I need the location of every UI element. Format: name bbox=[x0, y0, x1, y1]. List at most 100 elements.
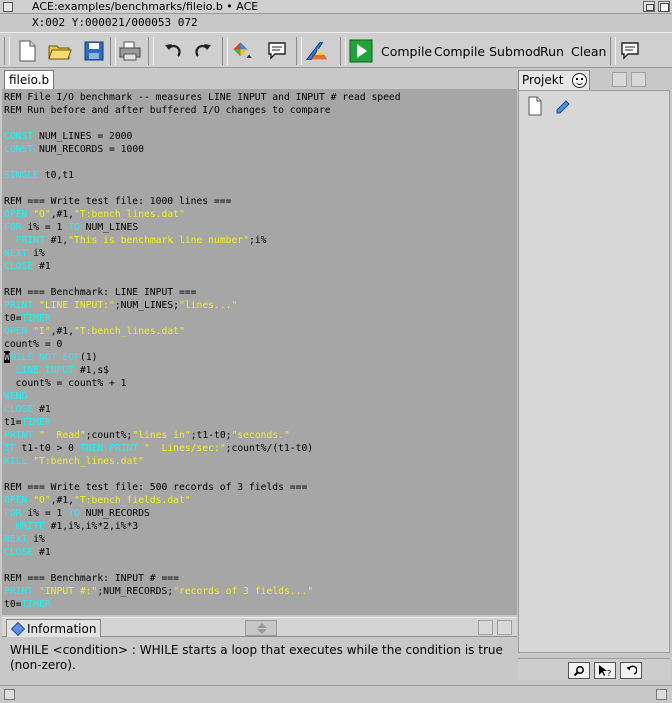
code-line[interactable]: IF t1-t0 > 0 THEN PRINT " Lines/sec:";co… bbox=[4, 442, 313, 455]
code-keyword: LINE INPUT bbox=[4, 365, 74, 376]
comment-icon[interactable] bbox=[264, 38, 290, 64]
code-line[interactable]: t0=TIMER bbox=[4, 598, 51, 611]
code-editor[interactable]: REM File I/O benchmark -- measures LINE … bbox=[2, 89, 517, 615]
code-line[interactable]: WRITE #1,i%,i%*2,i%*3 bbox=[4, 520, 139, 533]
code-line[interactable]: WEND bbox=[4, 390, 27, 403]
code-line[interactable]: CLOSE #1 bbox=[4, 260, 51, 273]
project-expand-icon[interactable] bbox=[612, 72, 627, 87]
code-line[interactable]: count% = count% + 1 bbox=[4, 377, 127, 390]
project-undo-icon[interactable] bbox=[620, 662, 642, 679]
cursor-position-text: X:002 Y:000021/000053 072 bbox=[32, 16, 198, 29]
code-line[interactable]: OPEN "I",#1,"T:bench_lines.dat" bbox=[4, 325, 185, 338]
code-string: " Lines/sec:" bbox=[144, 443, 226, 454]
code-text: t0= bbox=[4, 599, 22, 610]
code-text: NUM_RECORDS bbox=[79, 508, 150, 519]
code-string: "T:bench_fields.dat" bbox=[74, 495, 191, 506]
code-line[interactable]: CONST NUM_LINES = 2000 bbox=[4, 130, 132, 143]
code-keyword: OPEN bbox=[4, 209, 28, 220]
code-line[interactable]: PRINT "LINE INPUT:";NUM_LINES;"lines..." bbox=[4, 299, 237, 312]
code-line[interactable]: REM === Benchmark: LINE INPUT === bbox=[4, 286, 196, 299]
project-collapse-icon[interactable] bbox=[631, 72, 646, 87]
code-line[interactable]: CLOSE #1 bbox=[4, 546, 51, 559]
information-bar: Information bbox=[2, 617, 517, 637]
code-string: "O" bbox=[33, 495, 51, 506]
code-line[interactable]: PRINT #1,"This is benchmark line number"… bbox=[4, 234, 267, 247]
code-line[interactable]: PRINT "INPUT #:";NUM_RECORDS;"records of… bbox=[4, 585, 313, 598]
code-line[interactable]: t0=TIMER bbox=[4, 312, 51, 325]
code-line[interactable]: REM Run before and after buffered I/O ch… bbox=[4, 104, 331, 117]
search-icon[interactable] bbox=[568, 662, 590, 679]
toolbar: Compile Compile Submod Run Clean bbox=[0, 32, 672, 68]
resize-left-icon[interactable] bbox=[4, 689, 15, 700]
expand-icon[interactable] bbox=[478, 620, 493, 635]
code-text: #1 bbox=[33, 547, 51, 558]
compile-submod-button[interactable]: Compile Submod bbox=[434, 44, 541, 59]
zoom-icon[interactable] bbox=[658, 1, 670, 12]
code-line[interactable]: KILL "T:bench_lines.dat" bbox=[4, 455, 144, 468]
new-file-icon[interactable] bbox=[14, 38, 40, 64]
code-line[interactable]: CLOSE #1 bbox=[4, 403, 51, 416]
open-folder-icon[interactable] bbox=[47, 38, 73, 64]
svg-text:?: ? bbox=[607, 669, 611, 677]
code-line[interactable]: REM === Write test file: 500 records of … bbox=[4, 481, 307, 494]
code-line[interactable]: SINGLE t0,t1 bbox=[4, 169, 74, 182]
code-line[interactable]: NEXT i% bbox=[4, 247, 45, 260]
project-bottom-bar: ? bbox=[518, 658, 670, 680]
code-keyword: FOR bbox=[4, 222, 22, 233]
compiler-settings-icon[interactable] bbox=[304, 38, 330, 64]
code-text: REM === Write test file: 500 records of … bbox=[4, 482, 308, 493]
code-text: #1, bbox=[44, 235, 69, 246]
code-line[interactable]: CONST NUM_RECORDS = 1000 bbox=[4, 143, 144, 156]
title-bar[interactable]: ACE:examples/benchmarks/fileio.b • ACE bbox=[0, 0, 672, 14]
help-pointer-icon[interactable]: ? bbox=[594, 662, 616, 679]
print-icon[interactable] bbox=[117, 38, 143, 64]
palette-icon[interactable] bbox=[230, 38, 256, 64]
code-line[interactable]: NEXT i% bbox=[4, 533, 45, 546]
pane-resize-handle[interactable] bbox=[245, 620, 277, 636]
code-keyword: OPEN bbox=[4, 495, 28, 506]
minimize-icon[interactable] bbox=[643, 1, 655, 12]
code-keyword: CLOSE bbox=[4, 261, 34, 272]
tab-projekt[interactable]: Projekt bbox=[518, 70, 590, 90]
undo-icon[interactable] bbox=[160, 38, 186, 64]
code-line[interactable]: OPEN "O",#1,"T:bench_fields.dat" bbox=[4, 494, 191, 507]
close-icon[interactable] bbox=[3, 2, 13, 12]
code-string: "LINE INPUT:" bbox=[39, 300, 115, 311]
code-line[interactable]: FOR i% = 1 TO NUM_LINES bbox=[4, 221, 138, 234]
edit-pencil-icon[interactable] bbox=[551, 95, 575, 117]
code-keyword: HILE NOT EOF bbox=[10, 352, 80, 363]
run-button[interactable]: Run bbox=[540, 44, 564, 59]
code-line[interactable]: REM === Benchmark: INPUT # === bbox=[4, 572, 179, 585]
code-keyword: TIMER bbox=[21, 599, 51, 610]
code-line[interactable]: t1=TIMER bbox=[4, 416, 51, 429]
editor-tab-row: fileio.b bbox=[0, 68, 517, 89]
help-comment-icon[interactable] bbox=[617, 38, 643, 64]
code-text: REM File I/O benchmark -- measures LINE … bbox=[4, 92, 401, 103]
code-text: ;i% bbox=[248, 235, 267, 246]
resize-grip-icon[interactable] bbox=[656, 689, 667, 700]
code-text: count% = 0 bbox=[4, 339, 63, 350]
redo-icon[interactable] bbox=[190, 38, 216, 64]
info-diamond-icon bbox=[10, 621, 26, 636]
code-line[interactable]: LINE INPUT #1,s$ bbox=[4, 364, 109, 377]
code-line[interactable]: OPEN "O",#1,"T:bench_lines.dat" bbox=[4, 208, 185, 221]
collapse-icon[interactable] bbox=[497, 620, 512, 635]
code-line[interactable]: FOR i% = 1 TO NUM_RECORDS bbox=[4, 507, 150, 520]
code-string: "O" bbox=[33, 209, 51, 220]
code-text: ;t1-t0; bbox=[190, 430, 232, 441]
tab-fileio[interactable]: fileio.b bbox=[4, 70, 55, 89]
new-project-file-icon[interactable] bbox=[523, 95, 547, 117]
tab-information[interactable]: Information bbox=[6, 619, 102, 637]
code-line[interactable]: REM File I/O benchmark -- measures LINE … bbox=[4, 91, 401, 104]
code-line[interactable]: WHILE NOT EOF(1) bbox=[4, 351, 98, 364]
code-string: "This is benchmark line number" bbox=[68, 235, 249, 246]
code-line[interactable]: REM === Write test file: 1000 lines === bbox=[4, 195, 231, 208]
save-icon[interactable] bbox=[81, 38, 107, 64]
clean-button[interactable]: Clean bbox=[571, 44, 606, 59]
run-icon[interactable] bbox=[348, 38, 374, 64]
code-line[interactable]: count% = 0 bbox=[4, 338, 62, 351]
code-text: #1,s$ bbox=[74, 365, 109, 376]
code-string: "seconds." bbox=[231, 430, 290, 441]
code-line[interactable]: PRINT " Read";count%;"lines in";t1-t0;"s… bbox=[4, 429, 290, 442]
compile-button[interactable]: Compile bbox=[381, 44, 432, 59]
